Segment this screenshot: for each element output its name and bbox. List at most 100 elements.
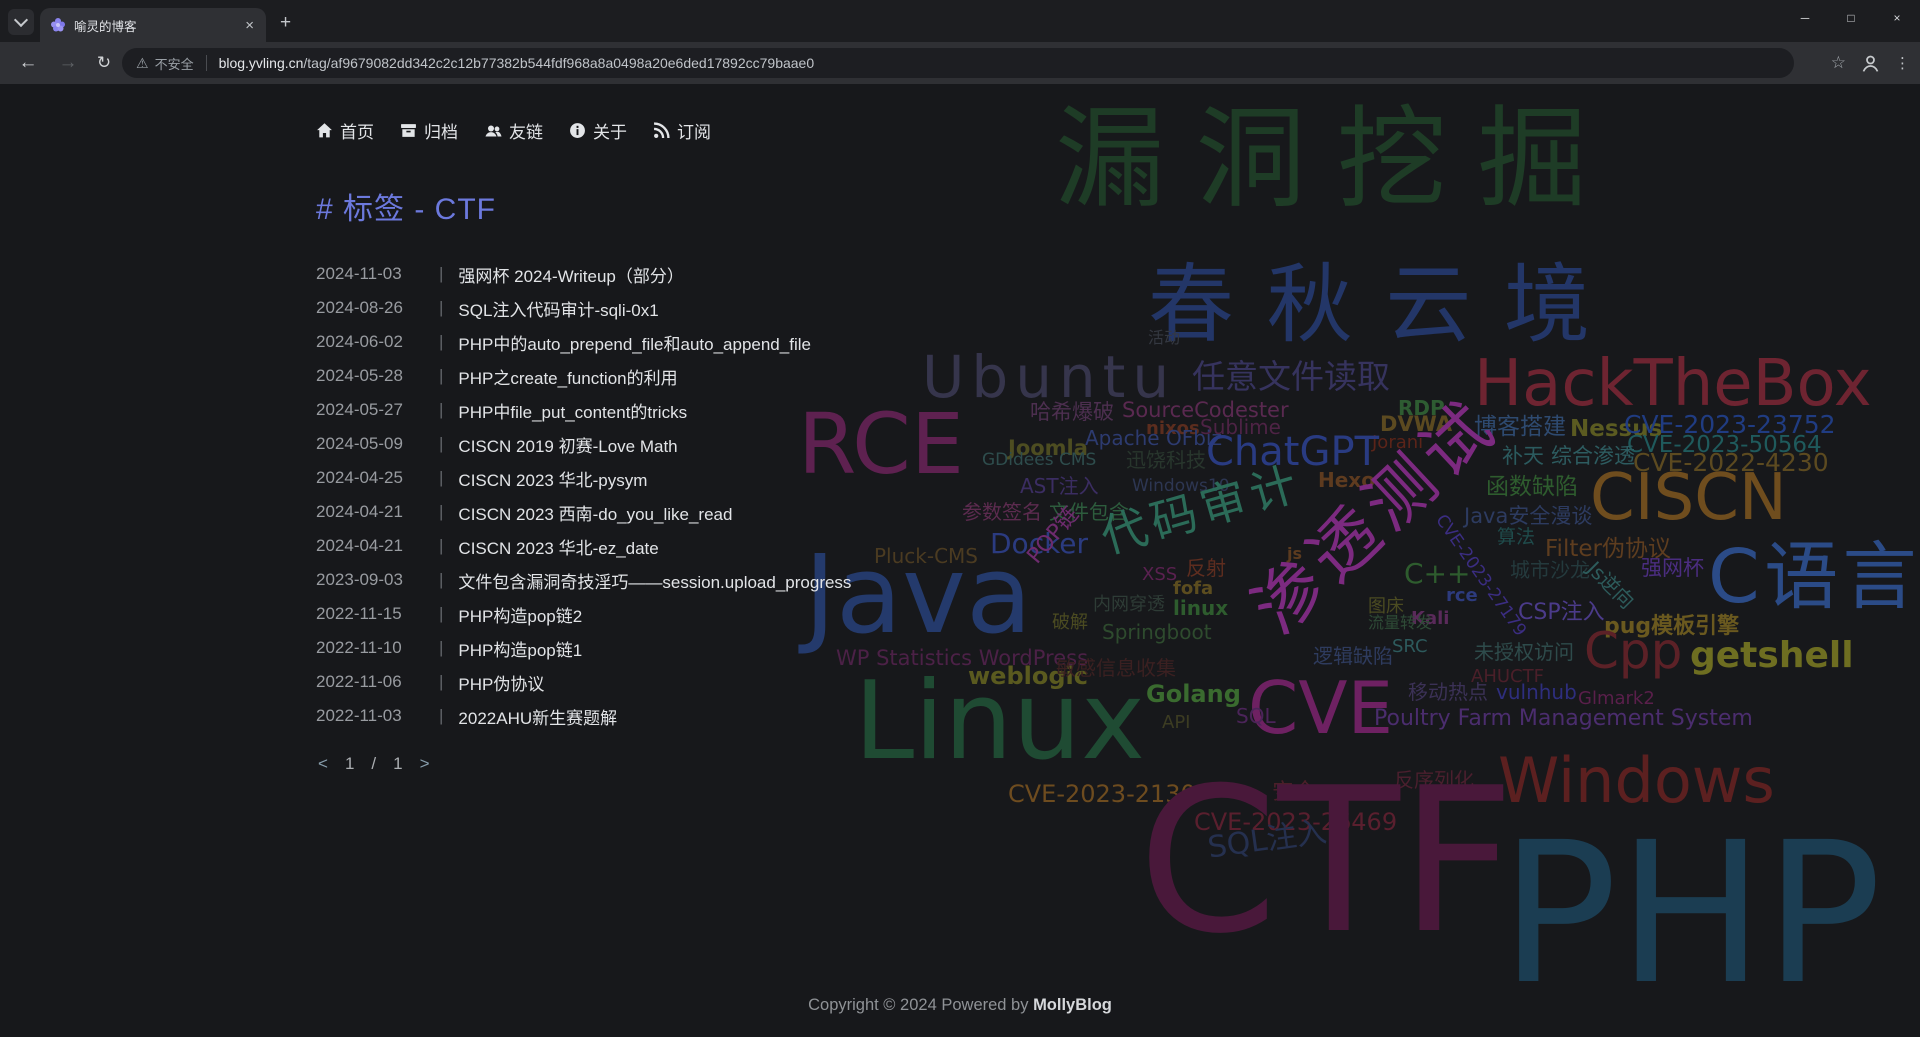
close-button[interactable]: × xyxy=(1874,0,1920,36)
post-separator: | xyxy=(439,434,443,454)
post-title-link[interactable]: CISCN 2023 西南-do_you_like_read xyxy=(458,500,732,525)
rss-icon xyxy=(653,122,670,139)
post-row: 2024-04-21 | CISCN 2023 西南-do_you_like_rea… xyxy=(316,495,851,529)
reload-button[interactable]: ↻ xyxy=(92,53,116,73)
pagination: < 1 / 1 > xyxy=(318,754,430,774)
browser-tab[interactable]: 喻灵的博客 × xyxy=(40,8,266,42)
page-content: 首页 归档 友链 关于 xyxy=(0,84,1920,1037)
post-date: 2024-05-28 xyxy=(316,366,424,386)
post-separator: | xyxy=(439,400,443,420)
post-separator: | xyxy=(439,366,443,386)
post-separator: | xyxy=(439,638,443,658)
tab-search-button[interactable] xyxy=(8,9,34,35)
friends-icon xyxy=(484,122,502,139)
url-text: blog.yvling.cn/tag/af9679082dd342c2c12b7… xyxy=(219,55,815,71)
toolbar-right: ☆ ⋮ xyxy=(1831,42,1910,84)
footer-text: Copyright © 2024 Powered by xyxy=(808,996,1033,1014)
post-row: 2024-05-28 | PHP之create_function的利用 xyxy=(316,359,851,393)
nav-item-label: 首页 xyxy=(340,118,374,143)
post-row: 2024-05-27 | PHP中file_put_content的tricks xyxy=(316,393,851,427)
post-row: 2022-11-10 | PHP构造pop链1 xyxy=(316,631,851,665)
post-separator: | xyxy=(439,570,443,590)
post-title-link[interactable]: PHP中file_put_content的tricks xyxy=(458,398,687,423)
profile-icon[interactable] xyxy=(1860,53,1881,74)
post-separator: | xyxy=(439,264,443,284)
post-date: 2023-09-03 xyxy=(316,570,424,590)
post-title-link[interactable]: 强网杯 2024-Writeup（部分） xyxy=(458,262,683,287)
post-row: 2022-11-15|PHP构造pop链2 xyxy=(316,597,851,631)
post-date: 2022-11-10 xyxy=(316,638,424,658)
page-title: # 标签 - CTF xyxy=(316,184,496,228)
post-list: 2024-11-03 | 强网杯 2024-Writeup（部分） 2024-08-2… xyxy=(316,257,851,733)
post-title-link[interactable]: SQL注入代码审计-sqli-0x1 xyxy=(458,296,658,321)
browser-toolbar: ← → ↻ ⚠ 不安全 blog.yvling.cn/tag/af9679082… xyxy=(0,42,1920,84)
forward-button[interactable]: → xyxy=(56,52,80,74)
minimize-button[interactable]: ─ xyxy=(1782,0,1828,36)
post-row: 2024-11-03 | 强网杯 2024-Writeup（部分） xyxy=(316,257,851,291)
post-row: 2023-09-03 | 文件包含漏洞奇技淫巧——session.upload_pr… xyxy=(316,563,851,597)
security-label[interactable]: 不安全 xyxy=(155,54,194,73)
post-date: 2024-05-27 xyxy=(316,400,424,420)
post-date: 2024-05-09 xyxy=(316,434,424,454)
pagination-next[interactable]: > xyxy=(420,754,430,774)
tab-close-icon[interactable]: × xyxy=(243,18,256,33)
nav-item-label: 友链 xyxy=(509,118,543,143)
post-date: 2022-11-06 xyxy=(316,672,424,692)
post-title-link[interactable]: PHP中的auto_prepend_file和auto_append_file xyxy=(458,330,811,355)
archive-icon xyxy=(400,122,417,139)
nav-item-label: 归档 xyxy=(424,118,458,143)
nav-item-home[interactable]: 首页 xyxy=(316,118,374,143)
post-date: 2024-04-21 xyxy=(316,502,424,522)
nav-item-subscribe[interactable]: 订阅 xyxy=(653,118,711,143)
new-tab-button[interactable]: + xyxy=(280,13,291,32)
post-separator: | xyxy=(439,672,443,692)
bookmark-star-icon[interactable]: ☆ xyxy=(1831,53,1846,73)
post-title-link[interactable]: 文件包含漏洞奇技淫巧——session.upload_progress xyxy=(458,568,851,593)
pagination-prev[interactable]: < xyxy=(318,754,328,774)
menu-kebab-icon[interactable]: ⋮ xyxy=(1895,54,1910,72)
post-title-link[interactable]: CISCN 2019 初赛-Love Math xyxy=(458,432,677,457)
tab-title: 喻灵的博客 xyxy=(74,16,243,35)
nav-item-about[interactable]: 关于 xyxy=(569,118,627,143)
post-title-link[interactable]: PHP伪协议 xyxy=(458,670,544,695)
nav-item-archive[interactable]: 归档 xyxy=(400,118,458,143)
post-title-link[interactable]: CISCN 2023 华北-ez_date xyxy=(458,534,658,559)
site-nav: 首页 归档 友链 关于 xyxy=(316,118,711,143)
post-title-link[interactable]: CISCN 2023 华北-pysym xyxy=(458,466,647,491)
home-icon xyxy=(316,122,333,139)
post-row: 2024-04-21 | CISCN 2023 华北-ez_date xyxy=(316,529,851,563)
about-icon xyxy=(569,122,586,139)
maximize-button[interactable]: □ xyxy=(1828,0,1874,36)
post-separator: | xyxy=(439,706,443,726)
post-row: 2024-08-26|SQL注入代码审计-sqli-0x1 xyxy=(316,291,851,325)
omnibox-divider xyxy=(206,55,207,71)
post-separator: | xyxy=(439,502,443,522)
post-date: 2024-11-03 xyxy=(316,264,424,284)
post-date: 2024-04-21 xyxy=(316,536,424,556)
post-separator: | xyxy=(439,468,443,488)
post-row: 2024-05-09 | CISCN 2019 初赛-Love Math xyxy=(316,427,851,461)
post-date: 2024-08-26 xyxy=(316,298,424,318)
post-row: 2024-06-02 | PHP中的auto_prepend_file和auto_a… xyxy=(316,325,851,359)
favicon-flower-icon xyxy=(50,17,66,33)
post-separator: | xyxy=(439,536,443,556)
pagination-current: 1 xyxy=(345,754,354,774)
post-separator: | xyxy=(439,332,443,352)
post-title-link[interactable]: 2022AHU新生赛题解 xyxy=(458,704,617,729)
post-date: 2022-11-03 xyxy=(316,706,424,726)
post-row: 2024-04-25|CISCN 2023 华北-pysym xyxy=(316,461,851,495)
nav-item-friends[interactable]: 友链 xyxy=(484,118,543,143)
address-bar[interactable]: ⚠ 不安全 blog.yvling.cn/tag/af9679082dd342c… xyxy=(122,48,1794,78)
post-title-link[interactable]: PHP构造pop链1 xyxy=(458,636,582,661)
post-date: 2024-06-02 xyxy=(316,332,424,352)
footer-brand: MollyBlog xyxy=(1033,996,1112,1014)
post-title-link[interactable]: PHP之create_function的利用 xyxy=(458,364,677,389)
url-host: blog.yvling.cn xyxy=(219,55,304,71)
post-row: 2022-11-03 | 2022AHU新生赛题解 xyxy=(316,699,851,733)
post-separator: | xyxy=(439,604,443,624)
window-controls: ─ □ × xyxy=(1782,0,1920,36)
chevron-down-icon xyxy=(14,13,28,27)
post-title-link[interactable]: PHP构造pop链2 xyxy=(458,602,582,627)
back-button[interactable]: ← xyxy=(16,52,40,74)
not-secure-warning-icon: ⚠ xyxy=(136,55,149,72)
